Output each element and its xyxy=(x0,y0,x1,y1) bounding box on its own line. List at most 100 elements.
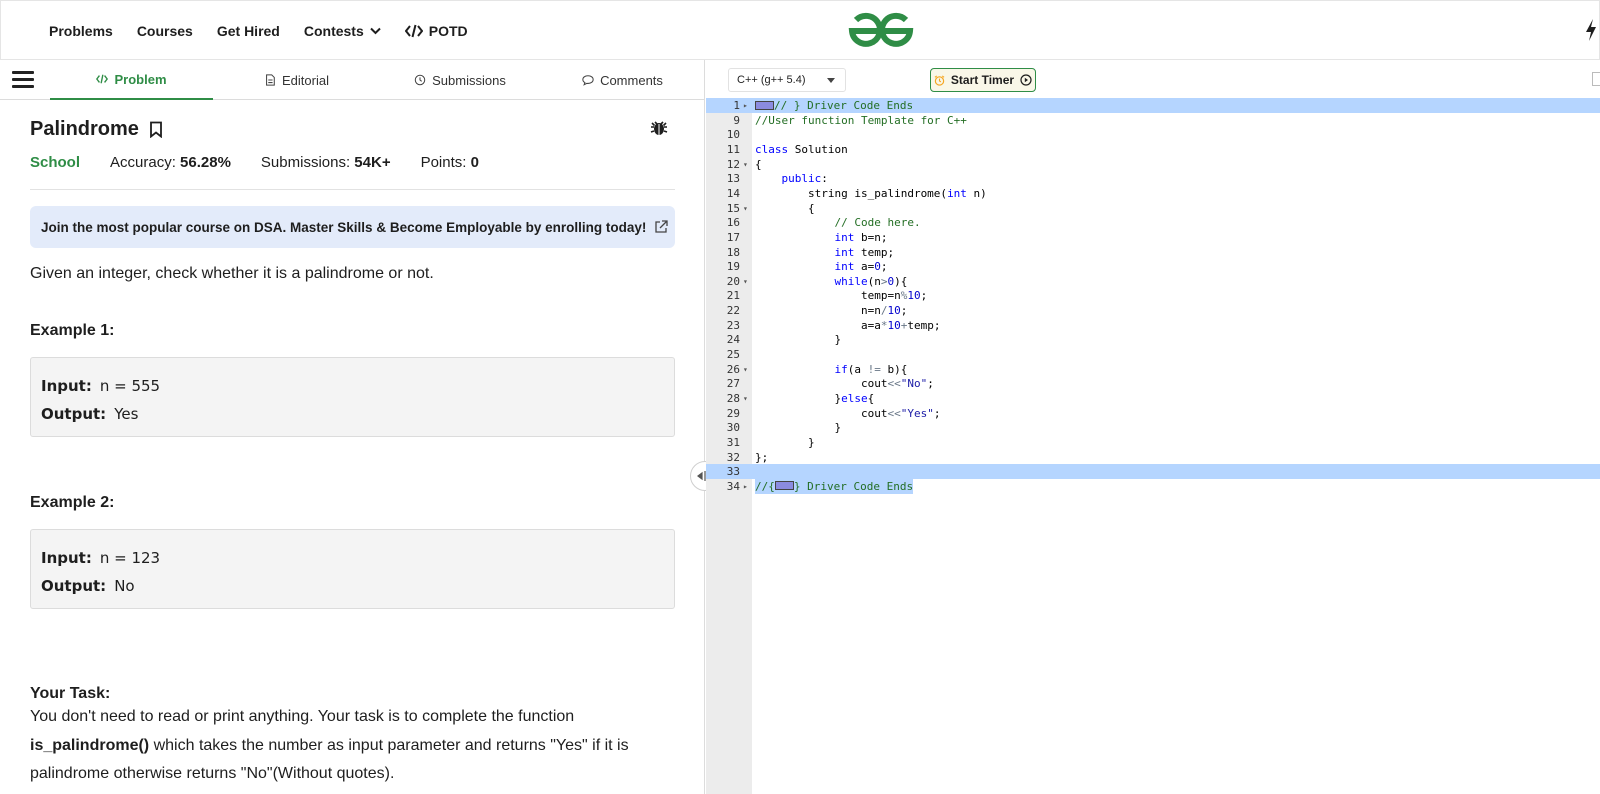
code-line[interactable]: 18 int temp; xyxy=(706,245,1600,260)
code-line[interactable]: 17 int b=n; xyxy=(706,230,1600,245)
code-token: (a xyxy=(847,362,868,376)
line-number: 10 xyxy=(726,128,740,142)
course-banner[interactable]: Join the most popular course on DSA. Mas… xyxy=(30,206,675,248)
code-line[interactable]: 21 temp=n%10; xyxy=(706,288,1600,303)
nav-potd[interactable]: POTD xyxy=(404,23,468,39)
code-line[interactable]: 16 // Code here. xyxy=(706,215,1600,230)
nav-contests[interactable]: Contests xyxy=(304,23,381,39)
code-line[interactable]: 14 string is_palindrome(int n) xyxy=(706,186,1600,201)
fold-collapse-icon[interactable]: ▾ xyxy=(743,274,748,289)
code-line[interactable]: 26 ▾ if(a != b){ xyxy=(706,362,1600,377)
code-line[interactable]: 24 } xyxy=(706,332,1600,347)
gfg-logo[interactable] xyxy=(847,11,915,51)
code-line[interactable]: 23 a=a*10+temp; xyxy=(706,318,1600,333)
fold-collapse-icon[interactable]: ▾ xyxy=(743,362,748,377)
fold-collapse-icon[interactable]: ▾ xyxy=(743,157,748,172)
output-label: Output: xyxy=(41,405,107,423)
language-value: C++ (g++ 5.4) xyxy=(737,74,806,86)
code-line[interactable]: 1 ▸ // } Driver Code Ends xyxy=(706,98,1600,113)
accuracy-value: 56.28% xyxy=(180,154,231,171)
code-line[interactable]: 12 ▾ { xyxy=(706,157,1600,172)
code-line[interactable]: 9 //User function Template for C++ xyxy=(706,113,1600,128)
bookmark-icon[interactable] xyxy=(149,121,163,138)
code-line[interactable]: 19 int a=0; xyxy=(706,259,1600,274)
code-text: } xyxy=(755,332,841,347)
code-line[interactable]: 22 n=n/10; xyxy=(706,303,1600,318)
line-number: 31 xyxy=(726,435,740,449)
code-token: } Driver Code Ends xyxy=(793,479,914,493)
code-line[interactable]: 30 } xyxy=(706,420,1600,435)
code-text: } xyxy=(755,435,815,450)
start-timer-button[interactable]: Start Timer xyxy=(930,68,1036,92)
nav-contests-label: Contests xyxy=(303,23,364,39)
code-text: a=a*10+temp; xyxy=(755,318,941,333)
code-token: "Yes" xyxy=(900,406,934,420)
menu-icon[interactable] xyxy=(12,71,34,89)
nav-problems[interactable]: Problems xyxy=(49,23,113,39)
start-timer-label: Start Timer xyxy=(950,73,1015,87)
code-token: else xyxy=(841,392,868,405)
example2-input: n = 123 xyxy=(99,549,161,567)
folded-code-widget[interactable] xyxy=(774,481,794,491)
code-token: { xyxy=(755,201,815,215)
code-line[interactable]: 33 xyxy=(706,464,1600,480)
points-value: 0 xyxy=(470,154,479,171)
fold-expand-icon[interactable]: ▸ xyxy=(743,479,748,494)
tab-editorial[interactable]: Editorial xyxy=(213,60,380,100)
points-label: Points: xyxy=(420,154,467,171)
fold-collapse-icon[interactable]: ▾ xyxy=(743,391,748,406)
code-icon xyxy=(404,24,423,38)
tab-comments[interactable]: Comments xyxy=(540,60,704,100)
code-line[interactable]: 13 public: xyxy=(706,171,1600,186)
language-select[interactable]: C++ (g++ 5.4) xyxy=(728,68,846,92)
code-text: int temp; xyxy=(755,245,894,260)
line-number: 25 xyxy=(726,348,740,362)
code-line[interactable]: 27 cout<<"No"; xyxy=(706,376,1600,391)
fold-collapse-icon[interactable]: ▾ xyxy=(743,201,748,216)
code-token: n=n xyxy=(755,304,881,318)
code-token: temp; xyxy=(854,245,895,259)
code-line[interactable]: 34 ▸ //{} Driver Code Ends xyxy=(706,478,1600,494)
bug-icon[interactable] xyxy=(650,118,668,136)
code-token: b=n; xyxy=(854,230,888,244)
bolt-icon[interactable] xyxy=(1585,19,1597,41)
nav-get-hired[interactable]: Get Hired xyxy=(217,23,280,39)
panel-toggle-icon[interactable] xyxy=(1592,72,1600,86)
code-line[interactable]: 29 cout<<"Yes"; xyxy=(706,406,1600,421)
line-number: 18 xyxy=(726,245,740,259)
line-number: 32 xyxy=(726,450,740,464)
code-line[interactable]: 20 ▾ while(n>0){ xyxy=(706,274,1600,289)
line-number: 15 xyxy=(726,201,740,215)
code-text: class Solution xyxy=(755,142,848,157)
code-token: int xyxy=(834,260,855,274)
task-function: is_palindrome() xyxy=(30,736,150,754)
line-number: 13 xyxy=(726,172,740,186)
code-line[interactable]: 32}; xyxy=(706,450,1600,465)
submissions: Submissions: 54K+ xyxy=(261,154,391,171)
code-line[interactable]: 28 ▾ }else{ xyxy=(706,391,1600,406)
code-icon xyxy=(96,74,109,84)
line-number: 23 xyxy=(726,318,740,332)
line-number: 33 xyxy=(726,465,740,479)
code-token: class xyxy=(755,142,789,156)
code-line[interactable]: 31 } xyxy=(706,435,1600,450)
tab-submissions[interactable]: Submissions xyxy=(380,60,540,100)
top-navbar: Problems Courses Get Hired Contests POTD xyxy=(0,0,1600,60)
banner-text: Join the most popular course on DSA. Mas… xyxy=(41,219,647,235)
code-token: //User function Template for C++ xyxy=(755,113,967,127)
example1-output: Yes xyxy=(114,405,139,423)
task-text: You don't need to read or print anything… xyxy=(30,703,670,789)
code-line[interactable]: 10 xyxy=(706,127,1600,142)
tab-problem[interactable]: Problem xyxy=(50,60,213,100)
code-token: (n xyxy=(867,274,881,288)
nav-courses[interactable]: Courses xyxy=(137,23,193,39)
line-number: 24 xyxy=(726,333,740,347)
code-line[interactable]: 11 class Solution xyxy=(706,142,1600,157)
fold-expand-icon[interactable]: ▸ xyxy=(743,98,748,113)
code-line[interactable]: 25 xyxy=(706,347,1600,362)
code-line[interactable]: 15 ▾ { xyxy=(706,201,1600,216)
comment-icon xyxy=(582,75,594,86)
folded-code-widget[interactable] xyxy=(755,100,774,110)
